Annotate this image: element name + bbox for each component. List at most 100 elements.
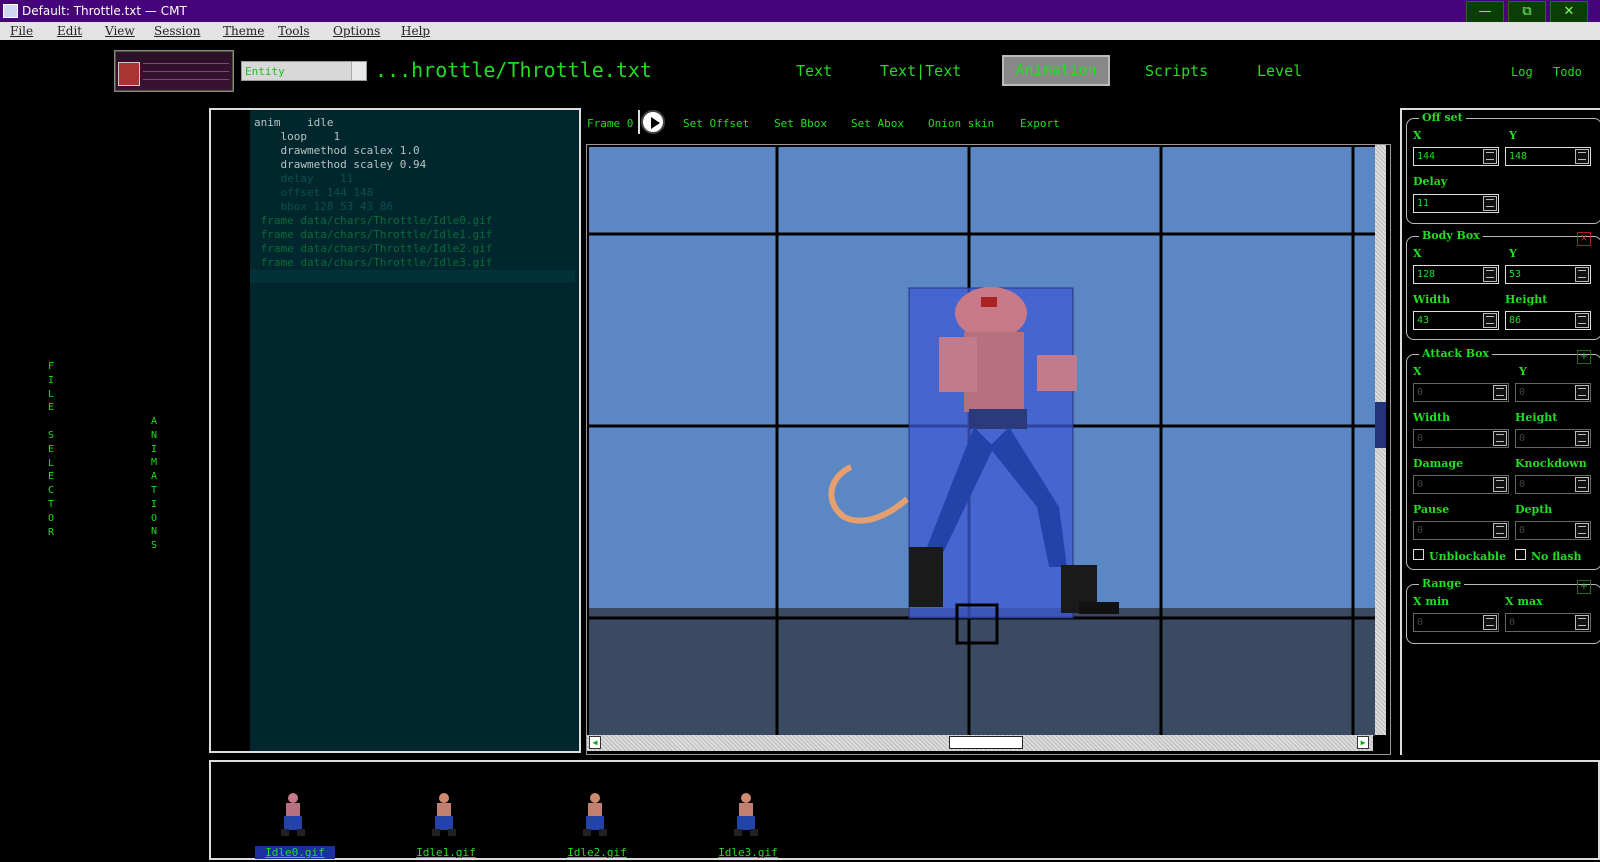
spinner-arrows-icon[interactable]: [1575, 477, 1589, 492]
tab-text-text[interactable]: Text|Text: [880, 62, 961, 80]
spinner-arrows-icon[interactable]: [1493, 477, 1507, 492]
close-button[interactable]: ✕: [1550, 1, 1588, 23]
todo-link[interactable]: Todo: [1553, 65, 1582, 79]
range-group: Range + X min X max 0 0: [1406, 577, 1600, 644]
group-title: Attack Box: [1419, 347, 1492, 360]
menu-view[interactable]: View: [105, 24, 135, 38]
delay-input[interactable]: 11: [1413, 194, 1499, 213]
code-editor[interactable]: anim idle loop 1 drawmethod scalex 1.0 d…: [250, 110, 579, 751]
set-bbox-button[interactable]: Set Bbox: [774, 117, 827, 130]
abox-x-input[interactable]: 0: [1413, 383, 1509, 402]
maximize-button[interactable]: ⧉: [1508, 1, 1546, 23]
bbox-height-label: Height: [1505, 293, 1548, 306]
play-button[interactable]: [641, 110, 665, 134]
menu-help[interactable]: Help: [401, 24, 430, 38]
scroll-thumb[interactable]: [1375, 402, 1386, 448]
log-link[interactable]: Log: [1511, 65, 1533, 79]
bbox-height-input[interactable]: 86: [1505, 311, 1591, 330]
scroll-thumb[interactable]: [949, 736, 1023, 749]
spinner-arrows-icon[interactable]: [1493, 523, 1507, 538]
abox-width-input[interactable]: 0: [1413, 429, 1509, 448]
frame-name: Idle0.gif: [255, 846, 335, 859]
tab-level[interactable]: Level: [1257, 62, 1302, 80]
xmax-input[interactable]: 0: [1505, 613, 1591, 632]
spinner-arrows-icon[interactable]: [1575, 431, 1589, 446]
file-selector-toggle[interactable]: FILE SELECTOR: [45, 360, 57, 539]
add-range-button[interactable]: +: [1577, 580, 1591, 594]
scroll-left-arrow[interactable]: ◀: [589, 736, 601, 749]
frame-thumbnail[interactable]: Idle1.gif: [406, 792, 486, 862]
spinner-arrows-icon[interactable]: [1483, 267, 1497, 282]
stage[interactable]: [589, 147, 1375, 736]
no-flash-checkbox[interactable]: [1515, 549, 1526, 560]
menu-session[interactable]: Session: [154, 24, 200, 38]
depth-input[interactable]: 0: [1515, 521, 1591, 540]
offset-y-input[interactable]: 148: [1505, 147, 1591, 166]
depth-label: Depth: [1515, 503, 1553, 516]
spinner-arrows-icon[interactable]: [1483, 196, 1497, 211]
vertical-label-letter: M: [150, 457, 158, 469]
frame-strip: Idle0.gif Idle1.gif Idle2.gif Idle3.gif: [209, 760, 1600, 860]
minimize-button[interactable]: —: [1466, 1, 1504, 23]
spinner-arrows-icon[interactable]: [1575, 313, 1589, 328]
spinner-arrows-icon[interactable]: [1483, 615, 1497, 630]
spinner-arrows-icon[interactable]: [1483, 313, 1497, 328]
abox-height-input[interactable]: 0: [1515, 429, 1591, 448]
vertical-label-letter: R: [47, 526, 55, 538]
spinner-arrows-icon[interactable]: [1575, 615, 1589, 630]
offset-x-input[interactable]: 144: [1413, 147, 1499, 166]
frame-thumbnail[interactable]: Idle0.gif: [255, 792, 335, 862]
spinner-arrows-icon[interactable]: [1575, 523, 1589, 538]
pause-input[interactable]: 0: [1413, 521, 1509, 540]
group-title: Body Box: [1419, 229, 1483, 242]
menu-theme[interactable]: Theme: [223, 24, 264, 38]
entity-type-select[interactable]: Entity: [241, 61, 367, 81]
no-flash-label: No flash: [1531, 550, 1582, 563]
bbox-y-input[interactable]: 53: [1505, 265, 1591, 284]
frame-thumbnail[interactable]: Idle3.gif: [708, 792, 788, 862]
group-title: Range: [1419, 577, 1465, 590]
unblockable-checkbox[interactable]: [1413, 549, 1424, 560]
menu-file[interactable]: File: [10, 24, 33, 38]
menu-options[interactable]: Options: [333, 24, 380, 38]
spinner-arrows-icon[interactable]: [1575, 149, 1589, 164]
tab-text[interactable]: Text: [796, 62, 832, 80]
scroll-right-arrow[interactable]: ▶: [1357, 736, 1369, 749]
set-offset-button[interactable]: Set Offset: [683, 117, 749, 130]
spinner-arrows-icon[interactable]: [1575, 385, 1589, 400]
tab-animation[interactable]: Animation: [1002, 55, 1110, 86]
value: 0: [1519, 525, 1526, 536]
offset-group: Off set X Y 144 148 Delay 11: [1406, 111, 1600, 224]
damage-input[interactable]: 0: [1413, 475, 1509, 494]
bbox-x-label: X: [1413, 247, 1422, 260]
menu-edit[interactable]: Edit: [57, 24, 82, 38]
set-abox-button[interactable]: Set Abox: [851, 117, 904, 130]
value: 0: [1509, 617, 1516, 628]
tab-scripts[interactable]: Scripts: [1145, 62, 1208, 80]
abox-y-input[interactable]: 0: [1515, 383, 1591, 402]
spinner-arrows-icon[interactable]: [1483, 149, 1497, 164]
animations-toggle[interactable]: ANIMATIONS: [148, 415, 160, 553]
knockdown-input[interactable]: 0: [1515, 475, 1591, 494]
vertical-label-letter: E: [47, 402, 55, 414]
entity-thumbnail[interactable]: [114, 50, 234, 92]
horizontal-scrollbar[interactable]: ◀ ▶: [587, 735, 1373, 751]
spinner-arrows-icon[interactable]: [1493, 385, 1507, 400]
add-abox-button[interactable]: +: [1577, 350, 1591, 364]
properties-panel: Off set X Y 144 148 Delay 11 Body Box × …: [1400, 108, 1600, 755]
xmin-input[interactable]: 0: [1413, 613, 1499, 632]
export-button[interactable]: Export: [1020, 117, 1060, 130]
animation-canvas[interactable]: ◀ ▶: [586, 144, 1391, 755]
bbox-x-input[interactable]: 128: [1413, 265, 1499, 284]
spinner-arrows-icon[interactable]: [1575, 267, 1589, 282]
title-bar: Default: Throttle.txt — CMT — ⧉ ✕: [0, 0, 1600, 23]
code-line: frame data/chars/Throttle/Idle2.gif: [254, 242, 493, 255]
vertical-scrollbar[interactable]: [1375, 145, 1386, 735]
menu-tools[interactable]: Tools: [278, 24, 310, 38]
remove-bbox-button[interactable]: ×: [1577, 232, 1591, 246]
bbox-width-input[interactable]: 43: [1413, 311, 1499, 330]
frame-thumbnail[interactable]: Idle2.gif: [557, 792, 637, 862]
entity-portrait: [118, 62, 140, 86]
spinner-arrows-icon[interactable]: [1493, 431, 1507, 446]
onion-skin-button[interactable]: Onion skin: [928, 117, 994, 130]
